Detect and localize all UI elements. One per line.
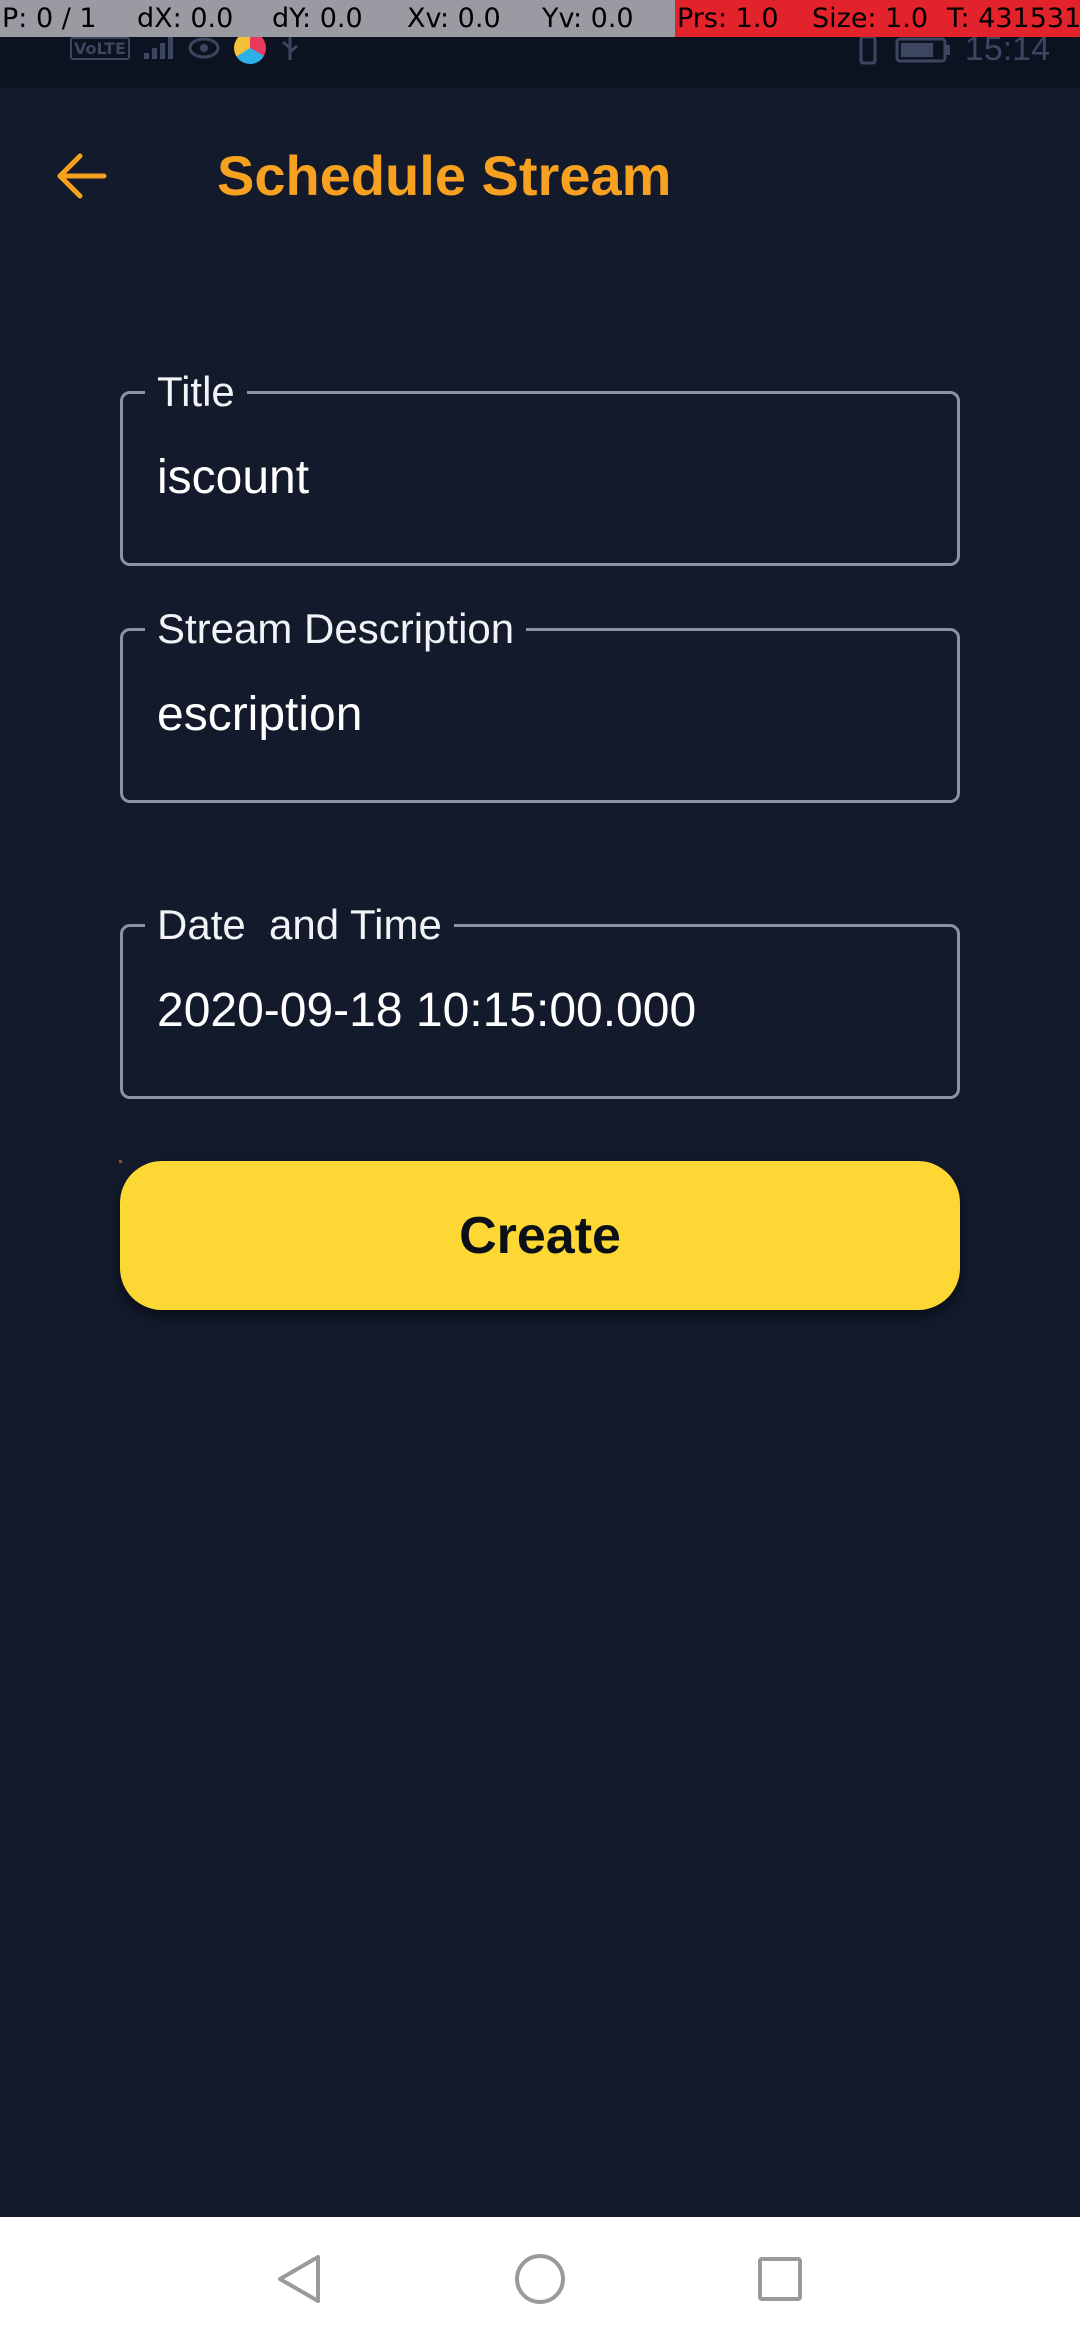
nav-back-button[interactable] — [268, 2247, 332, 2311]
nav-recents-button[interactable] — [748, 2247, 812, 2311]
back-button[interactable] — [40, 134, 124, 218]
eye-icon — [188, 37, 220, 59]
title-field-label: Title — [145, 362, 247, 422]
app-screen: VoLTE 15:14 P: 0 / 1 dX: 0.0 dY: 0.0 Xv:… — [0, 0, 1080, 2340]
debug-pointer-count: P: 0 / 1 — [0, 0, 135, 37]
arrow-left-icon — [57, 153, 107, 199]
error-dot — [119, 1160, 122, 1163]
debug-pressure: Prs: 1.0 — [675, 0, 810, 37]
description-input[interactable]: escription — [157, 685, 362, 745]
debug-yv: Yv: 0.0 — [540, 0, 675, 37]
vibrate-icon — [859, 35, 877, 64]
recents-square-icon — [758, 2257, 802, 2301]
page-title: Schedule Stream — [217, 144, 672, 207]
datetime-field-label: Date and Time — [145, 895, 454, 955]
debug-dx: dX: 0.0 — [135, 0, 270, 37]
debug-time: T: 431531 — [945, 0, 1080, 37]
signal-icon — [143, 37, 173, 59]
description-field-label: Stream Description — [145, 599, 527, 659]
datetime-field[interactable]: Date and Time 2020-09-18 10:15:00.000 — [120, 895, 960, 1099]
nav-home-button[interactable] — [508, 2247, 572, 2311]
pointer-debug-overlay: P: 0 / 1 dX: 0.0 dY: 0.0 Xv: 0.0 Yv: 0.0… — [0, 0, 1080, 37]
description-field[interactable]: Stream Description escription — [120, 599, 960, 803]
debug-size: Size: 1.0 — [810, 0, 945, 37]
battery-icon — [895, 37, 950, 62]
app-bar: Schedule Stream — [0, 88, 1080, 264]
debug-dy: dY: 0.0 — [270, 0, 405, 37]
volte-icon: VoLTE — [70, 36, 130, 60]
system-nav-bar — [0, 2217, 1080, 2340]
datetime-input[interactable]: 2020-09-18 10:15:00.000 — [157, 981, 696, 1041]
debug-xv: Xv: 0.0 — [405, 0, 540, 37]
back-triangle-icon — [278, 2255, 320, 2303]
title-input[interactable]: iscount — [157, 448, 309, 508]
create-button[interactable]: Create — [120, 1161, 960, 1310]
usb-icon — [281, 36, 298, 60]
title-field[interactable]: Title iscount — [120, 362, 960, 566]
home-circle-icon — [515, 2254, 565, 2304]
